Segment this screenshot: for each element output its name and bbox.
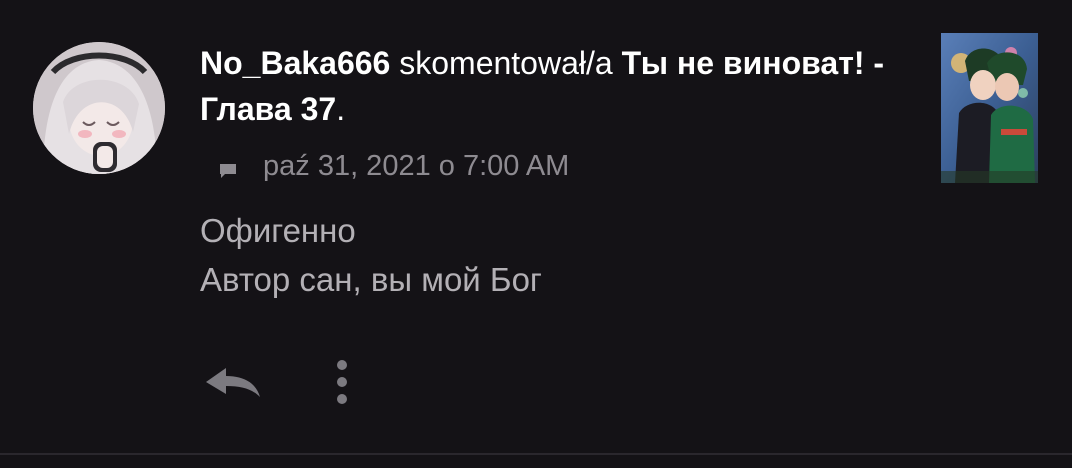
story-cover-thumbnail[interactable] [941, 33, 1038, 183]
comment-icon [218, 156, 238, 178]
more-vertical-icon [337, 360, 347, 404]
comment-body-line: Автор сан, вы мой Бог [200, 261, 542, 298]
comment-body-line: Офигенно [200, 212, 356, 249]
story-cover-image [941, 33, 1038, 183]
timestamp: paź 31, 2021 o 7:00 AM [263, 149, 570, 182]
username-link[interactable]: No_Baka666 [200, 45, 390, 81]
comment-headline: No_Baka666 skomentował/a Ты не виноват! … [200, 40, 920, 132]
user-avatar[interactable] [33, 42, 165, 174]
comment-actions [200, 352, 362, 412]
reply-button[interactable] [200, 354, 270, 410]
comment-meta: paź 31, 2021 o 7:00 AM [200, 146, 920, 186]
avatar-image [33, 42, 165, 174]
comment-body: Офигенно Автор сан, вы мой Бог [200, 206, 920, 304]
comment-content: No_Baka666 skomentował/a Ты не виноват! … [200, 40, 920, 304]
action-text: skomentował/a [399, 45, 613, 81]
title-suffix: . [336, 91, 346, 127]
more-options-button[interactable] [322, 354, 362, 410]
reply-arrow-icon [206, 368, 260, 397]
bottom-divider [0, 453, 1072, 455]
